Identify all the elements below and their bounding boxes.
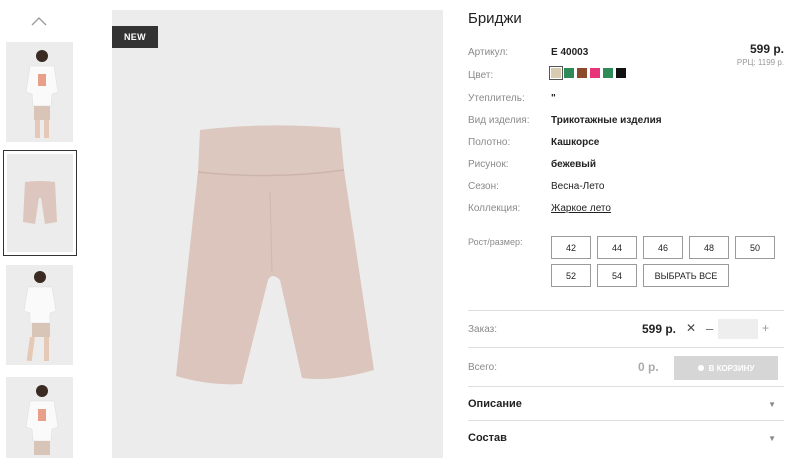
thumbnail-4[interactable] xyxy=(6,377,73,458)
accordion-description[interactable]: Описание ▼ xyxy=(468,398,784,410)
divider xyxy=(468,310,784,311)
color-swatch-green[interactable] xyxy=(564,68,574,78)
size-54-button[interactable]: 54 xyxy=(597,264,637,287)
product-price: 599 р. xyxy=(749,42,784,56)
order-label: Заказ: xyxy=(468,324,498,335)
caret-down-icon: ▼ xyxy=(768,434,776,443)
size-44-button[interactable]: 44 xyxy=(597,236,637,259)
color-swatches xyxy=(549,66,626,80)
accordion-composition[interactable]: Состав ▼ xyxy=(468,432,784,444)
product-title: Бриджи xyxy=(468,10,522,27)
color-swatch-pink[interactable] xyxy=(590,68,600,78)
thumbnail-1[interactable] xyxy=(6,42,73,142)
divider xyxy=(468,386,784,387)
thumbnail-gallery xyxy=(0,0,80,458)
thumbnail-3[interactable] xyxy=(6,265,73,365)
quantity-input[interactable] xyxy=(718,319,758,339)
add-to-cart-button[interactable]: В КОРЗИНУ xyxy=(674,356,778,380)
recommended-retail-price: РРЦ: 1199 р. xyxy=(736,58,784,67)
size-46-button[interactable]: 46 xyxy=(643,236,683,259)
select-all-sizes-button[interactable]: ВЫБРАТЬ ВСЕ xyxy=(643,264,729,287)
add-to-cart-label: В КОРЗИНУ xyxy=(708,363,755,373)
color-swatch-green-2[interactable] xyxy=(603,68,613,78)
thumbnail-2[interactable] xyxy=(3,150,77,256)
divider xyxy=(468,420,784,421)
size-52-button[interactable]: 52 xyxy=(551,264,591,287)
order-price: 599 р. xyxy=(642,322,677,336)
size-50-button[interactable]: 50 xyxy=(735,236,775,259)
chevron-up-icon[interactable] xyxy=(30,14,48,28)
new-badge: NEW xyxy=(112,26,158,48)
quantity-increase-button[interactable]: + xyxy=(762,321,769,335)
shorts-illustration xyxy=(176,125,374,385)
caret-down-icon: ▼ xyxy=(768,400,776,409)
multiply-icon: ✕ xyxy=(686,321,697,335)
cart-icon xyxy=(697,365,704,371)
divider xyxy=(468,347,784,348)
total-label: Всего: xyxy=(468,362,497,373)
size-48-button[interactable]: 48 xyxy=(689,236,729,259)
product-main-image[interactable]: NEW xyxy=(112,10,443,458)
color-swatch-brown[interactable] xyxy=(577,68,587,78)
size-42-button[interactable]: 42 xyxy=(551,236,591,259)
collection-link[interactable]: Жаркое лето xyxy=(551,203,611,214)
color-swatch-beige[interactable] xyxy=(549,66,563,80)
color-swatch-black[interactable] xyxy=(616,68,626,78)
quantity-decrease-button[interactable]: – xyxy=(706,321,713,336)
total-value: 0 р. xyxy=(638,360,659,374)
